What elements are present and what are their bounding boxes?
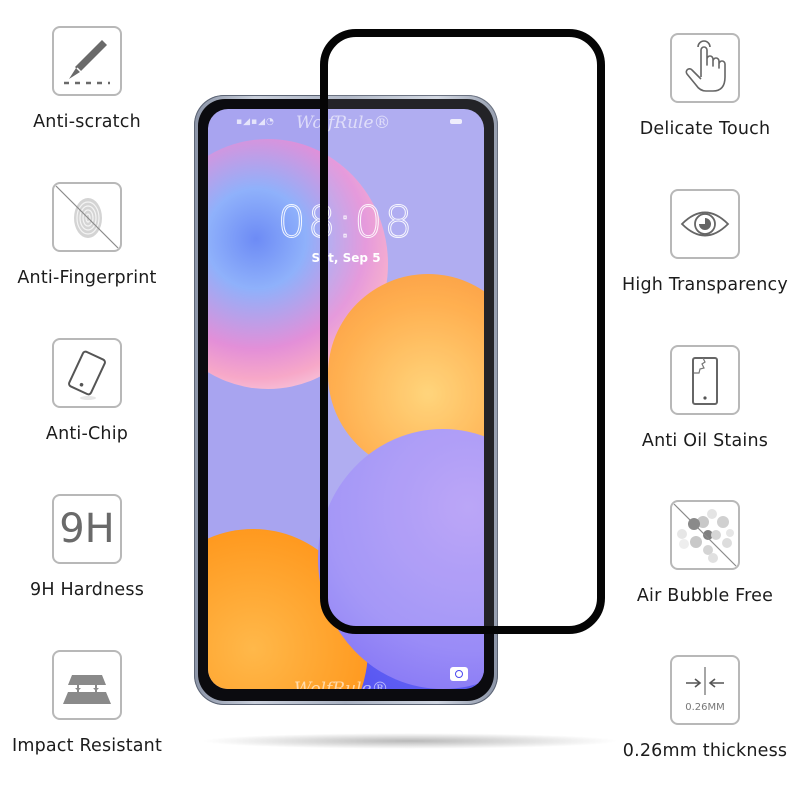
bubbles-crossed-icon — [670, 500, 740, 570]
feature-label: High Transparency — [622, 275, 788, 295]
screen-protector-outline — [320, 29, 605, 634]
feature-label: Delicate Touch — [639, 119, 771, 139]
phone-cracked-icon — [670, 345, 740, 415]
feature-label: Air Bubble Free — [636, 586, 774, 606]
feature-9h-hardness: 9H 9H Hardness — [0, 494, 182, 600]
feature-label: Impact Resistant — [11, 736, 163, 756]
thickness-icon-text: 0.26MM — [685, 702, 725, 713]
fingerprint-crossed-icon — [52, 182, 122, 252]
9h-icon: 9H — [52, 494, 122, 564]
feature-anti-scratch: Anti-scratch — [0, 26, 182, 132]
feature-label: 9H Hardness — [29, 580, 145, 600]
feature-anti-chip: Anti-Chip — [0, 338, 182, 444]
feature-thickness: 0.26MM 0.26mm thickness — [610, 655, 800, 761]
thickness-arrows-icon: 0.26MM — [670, 655, 740, 725]
feature-label: Anti-Fingerprint — [17, 268, 157, 288]
watermark-bottom: WolfRule® — [294, 679, 389, 689]
scalpel-icon — [52, 26, 122, 96]
9h-icon-text: 9H — [59, 506, 115, 552]
feature-label: 0.26mm thickness — [622, 741, 788, 761]
feature-label: Anti-scratch — [33, 112, 141, 132]
hand-touch-icon — [670, 33, 740, 103]
feature-delicate-touch: Delicate Touch — [610, 33, 800, 139]
phone-tilted-icon — [52, 338, 122, 408]
feature-label: Anti Oil Stains — [641, 431, 769, 451]
status-bar-icons: ▪◢▪◢◔ — [236, 117, 275, 127]
layers-impact-icon — [52, 650, 122, 720]
eye-icon — [670, 189, 740, 259]
feature-high-transparency: High Transparency — [610, 189, 800, 295]
feature-anti-oil-stains: Anti Oil Stains — [610, 345, 800, 451]
feature-air-bubble-free: Air Bubble Free — [610, 500, 800, 606]
feature-label: Anti-Chip — [45, 424, 129, 444]
phone-shadow — [200, 733, 620, 749]
camera-shortcut-icon[interactable] — [450, 667, 468, 681]
feature-anti-fingerprint: Anti-Fingerprint — [0, 182, 182, 288]
feature-impact-resistant: Impact Resistant — [0, 650, 182, 756]
